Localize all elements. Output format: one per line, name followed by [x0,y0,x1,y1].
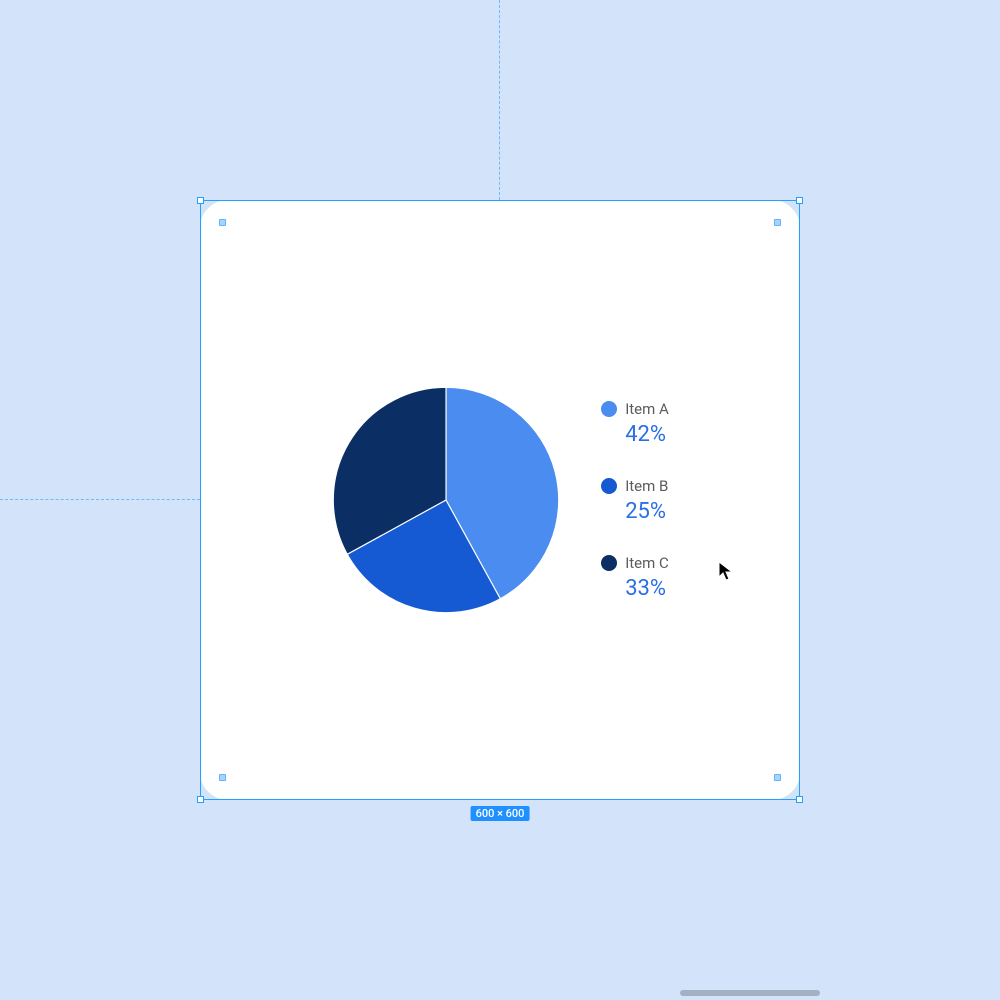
legend-text: Item C 33% [625,554,669,601]
legend-value: 33% [625,576,669,601]
corner-radius-handle-top-left[interactable] [219,219,226,226]
legend-label: Item C [625,554,669,572]
resize-handle-bottom-right[interactable] [796,796,803,803]
pie-svg [331,385,561,615]
legend-value: 25% [625,499,668,524]
legend-swatch [601,555,617,571]
legend-text: Item A 42% [625,400,669,447]
legend-value: 42% [625,422,669,447]
corner-radius-handle-bottom-right[interactable] [774,774,781,781]
legend-label: Item A [625,400,669,418]
pie-chart [331,385,561,615]
cursor-icon [718,561,734,583]
legend-label: Item B [625,477,668,495]
legend-item: Item A 42% [601,400,669,447]
selection-dimensions-badge: 600 × 600 [471,806,530,821]
horizontal-scrollbar[interactable] [680,990,820,996]
corner-radius-handle-bottom-left[interactable] [219,774,226,781]
legend-item: Item B 25% [601,477,669,524]
legend: Item A 42% Item B 25% Item C 33% [601,400,669,601]
chart-frame[interactable]: Item A 42% Item B 25% Item C 33% [200,200,800,800]
corner-radius-handle-top-right[interactable] [774,219,781,226]
chart-container: Item A 42% Item B 25% Item C 33% [200,200,800,800]
guide-horizontal [0,499,200,500]
legend-swatch [601,478,617,494]
legend-item: Item C 33% [601,554,669,601]
legend-swatch [601,401,617,417]
legend-text: Item B 25% [625,477,668,524]
guide-vertical [499,0,500,200]
resize-handle-top-left[interactable] [197,197,204,204]
resize-handle-bottom-left[interactable] [197,796,204,803]
resize-handle-top-right[interactable] [796,197,803,204]
